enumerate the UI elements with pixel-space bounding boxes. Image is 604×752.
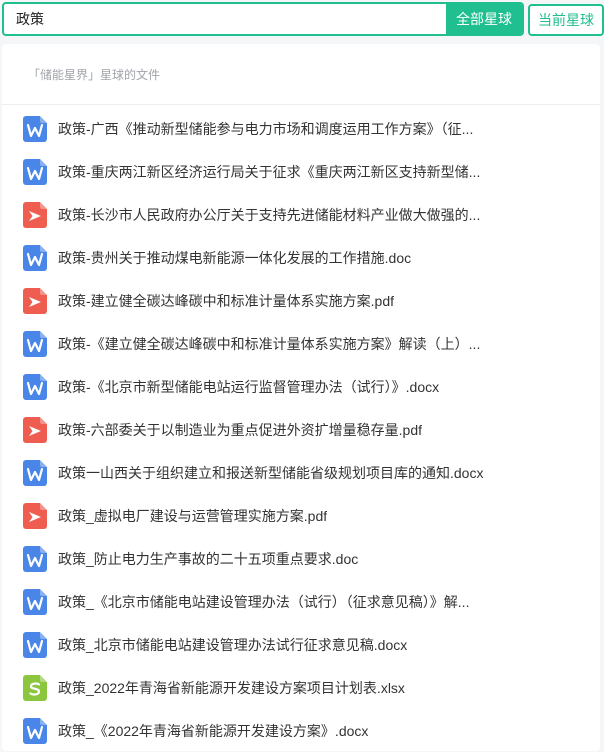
file-item[interactable]: 政策_防止电力生产事故的二十五项重点要求.doc (2, 537, 600, 580)
word-file-icon (23, 373, 47, 400)
file-name: 政策-贵州关于推动煤电新能源一体化发展的工作措施.doc (58, 249, 412, 266)
file-name: 政策_防止电力生产事故的二十五项重点要求.doc (58, 550, 359, 567)
file-item[interactable]: 政策_虚拟电厂建设与运营管理实施方案.pdf (2, 494, 600, 537)
file-item[interactable]: 政策-长沙市人民政府办公厅关于支持先进储能材料产业做大做强的... (2, 193, 600, 236)
file-name: 政策-《建立健全碳达峰碳中和标准计量体系实施方案》解读（上）... (58, 335, 481, 352)
file-name: 政策-重庆两江新区经济运行局关于征求《重庆两江新区支持新型储... (58, 163, 481, 180)
word-file-icon (23, 459, 47, 486)
search-current-planet-button[interactable]: 当前星球 (528, 4, 604, 36)
excel-file-icon (23, 674, 47, 701)
pdf-file-icon (23, 502, 47, 529)
file-item[interactable]: 政策_《2022年青海省新能源开发建设方案》.docx (2, 709, 600, 752)
word-file-icon (23, 631, 47, 658)
panel-title: 「储能星界」星球的文件 (2, 44, 600, 105)
file-item[interactable]: 政策一山西关于组织建立和报送新型储能省级规划项目库的通知.docx (2, 451, 600, 494)
file-name: 政策-长沙市人民政府办公厅关于支持先进储能材料产业做大做强的... (58, 206, 481, 223)
file-item[interactable]: 政策-六部委关于以制造业为重点促进外资扩增量稳存量.pdf (2, 408, 600, 451)
file-item[interactable]: 政策-《建立健全碳达峰碳中和标准计量体系实施方案》解读（上）... (2, 322, 600, 365)
search-input[interactable] (4, 5, 448, 33)
pdf-file-icon (23, 287, 47, 314)
pdf-file-icon (23, 201, 47, 228)
file-item[interactable]: 政策_《北京市储能电站建设管理办法（试行）（征求意见稿）》解... (2, 580, 600, 623)
file-item[interactable]: 政策-广西《推动新型储能参与电力市场和调度运用工作方案》（征... (2, 107, 600, 150)
search-bar: 全部星球 当前星球 (2, 2, 604, 36)
word-file-icon (23, 717, 47, 744)
word-file-icon (23, 158, 47, 185)
file-name: 政策-广西《推动新型储能参与电力市场和调度运用工作方案》（征... (58, 120, 474, 137)
pdf-file-icon (23, 416, 47, 443)
file-name: 政策_《北京市储能电站建设管理办法（试行）（征求意见稿）》解... (58, 593, 470, 610)
file-name: 政策-《北京市新型储能电站运行监督管理办法（试行）》.docx (58, 378, 440, 395)
file-name: 政策_《2022年青海省新能源开发建设方案》.docx (58, 722, 369, 739)
word-file-icon (23, 588, 47, 615)
file-name: 政策_虚拟电厂建设与运营管理实施方案.pdf (58, 507, 328, 524)
search-all-planets-button[interactable]: 全部星球 (446, 4, 522, 34)
word-file-icon (23, 115, 47, 142)
file-item[interactable]: 政策_2022年青海省新能源开发建设方案项目计划表.xlsx (2, 666, 600, 709)
word-file-icon (23, 330, 47, 357)
file-list: 政策-广西《推动新型储能参与电力市场和调度运用工作方案》（征... 政策-重庆两江… (2, 107, 600, 752)
file-name: 政策_2022年青海省新能源开发建设方案项目计划表.xlsx (58, 679, 405, 696)
file-item[interactable]: 政策-重庆两江新区经济运行局关于征求《重庆两江新区支持新型储... (2, 150, 600, 193)
file-name: 政策-建立健全碳达峰碳中和标准计量体系实施方案.pdf (58, 292, 395, 309)
files-panel: 「储能星界」星球的文件 政策-广西《推动新型储能参与电力市场和调度运用工作方案》… (2, 44, 600, 751)
file-name: 政策_北京市储能电站建设管理办法试行征求意见稿.docx (58, 636, 408, 653)
search-box: 全部星球 (2, 2, 524, 36)
word-file-icon (23, 545, 47, 572)
file-item[interactable]: 政策-贵州关于推动煤电新能源一体化发展的工作措施.doc (2, 236, 600, 279)
file-item[interactable]: 政策-建立健全碳达峰碳中和标准计量体系实施方案.pdf (2, 279, 600, 322)
file-item[interactable]: 政策_北京市储能电站建设管理办法试行征求意见稿.docx (2, 623, 600, 666)
file-name: 政策-六部委关于以制造业为重点促进外资扩增量稳存量.pdf (58, 421, 423, 438)
file-name: 政策一山西关于组织建立和报送新型储能省级规划项目库的通知.docx (58, 464, 484, 481)
file-item[interactable]: 政策-《北京市新型储能电站运行监督管理办法（试行）》.docx (2, 365, 600, 408)
word-file-icon (23, 244, 47, 271)
